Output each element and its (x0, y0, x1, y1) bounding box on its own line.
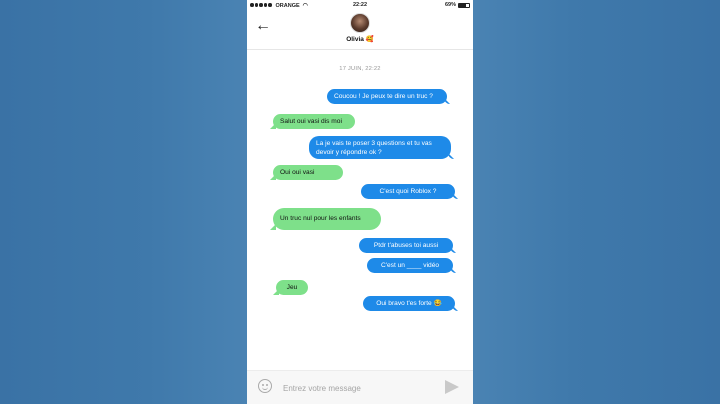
message-bubble-received: Un truc nul pour les enfants (273, 208, 381, 230)
message-bubble-sent: C'est quoi Roblox ? (361, 184, 455, 199)
back-arrow-icon[interactable]: ← (255, 18, 271, 34)
message-bubble-sent: Oui bravo t'es forte 😂 (363, 296, 455, 311)
background-left (0, 0, 247, 404)
battery-percent: 69% (444, 2, 456, 8)
message-bubble-received: Jeu (276, 280, 308, 295)
contact-name[interactable]: Olivia 🥰 (247, 35, 473, 43)
message-bubble-received: Salut oui vasi dis moi (273, 114, 355, 129)
message-bubble-sent: La je vais te poser 3 questions et tu va… (309, 136, 451, 159)
message-bubble-received: Oui oui vasi (273, 165, 343, 180)
battery-icon (458, 2, 470, 8)
emoji-icon[interactable] (258, 379, 272, 393)
message-bubble-sent: Coucou ! Je peux te dire un truc ? (327, 89, 447, 104)
phone-screen: ORANGE ◠ 22:22 69% ← Olivia 🥰 17 JUIN, 2… (247, 0, 473, 404)
message-bubble-sent: C'est un ____ vidéo (367, 258, 453, 273)
background-right (473, 0, 720, 404)
conversation-date: 17 JUIN, 22:22 (339, 66, 381, 72)
send-icon[interactable] (445, 380, 459, 394)
message-input[interactable] (281, 380, 435, 396)
avatar[interactable] (350, 13, 370, 33)
status-right: 69% (445, 2, 470, 8)
message-bubble-sent: Ptdr t'abuses toi aussi (359, 238, 453, 253)
chat-header: ← Olivia 🥰 (247, 11, 473, 50)
message-composer (247, 370, 473, 404)
status-time: 22:22 (352, 2, 368, 8)
status-bar: ORANGE ◠ 22:22 69% (247, 0, 473, 11)
